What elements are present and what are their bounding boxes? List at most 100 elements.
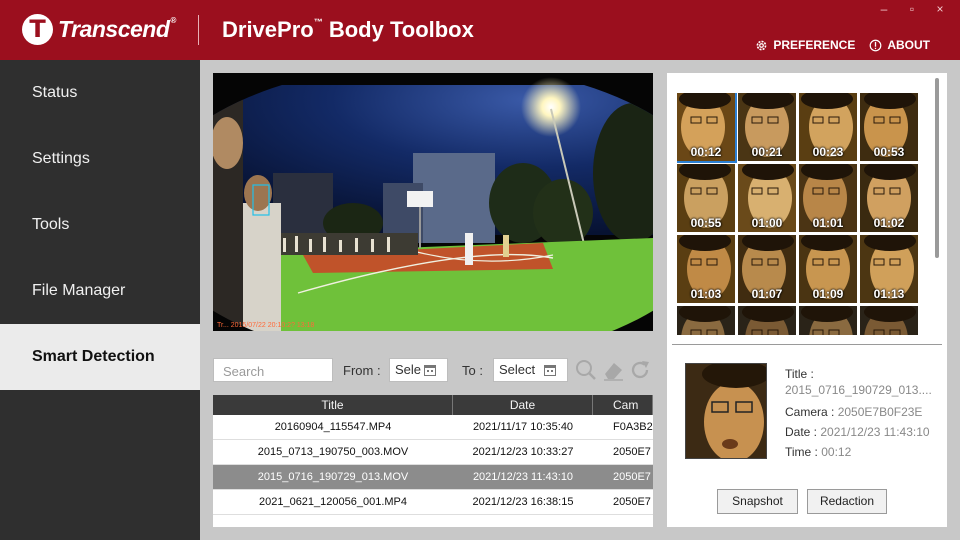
app-title: DrivePro™ Body Toolbox — [222, 17, 474, 42]
redaction-button[interactable]: Redaction — [807, 489, 887, 514]
cell-camera: 2050E7 — [613, 471, 651, 483]
about-link[interactable]: ABOUT — [869, 38, 930, 52]
thumbnail-timestamp: 00:12 — [690, 145, 722, 159]
sidebar-item-file-manager[interactable]: File Manager — [0, 258, 200, 324]
preference-link[interactable]: PREFERENCE — [755, 38, 855, 52]
thumbnail-scrollbar[interactable] — [935, 78, 939, 258]
info-icon — [869, 39, 882, 51]
maximize-button[interactable]: ▫ — [904, 2, 920, 16]
thumbnail-timestamp: 00:23 — [812, 145, 844, 159]
cell-title: 2015_0713_190750_003.MOV — [257, 446, 409, 458]
eraser-icon[interactable] — [602, 359, 624, 381]
video-panel: Tr... 2015/07/22 20:10:2? 13:18 Search F… — [213, 73, 653, 527]
video-watermark: Tr... 2015/07/22 20:10:2? 13:18 — [217, 322, 315, 329]
about-label: ABOUT — [887, 38, 930, 52]
face-thumbnail[interactable] — [799, 306, 857, 335]
transcend-logo-icon: T — [22, 14, 53, 45]
column-header-camera[interactable]: Cam — [593, 395, 653, 415]
minimize-button[interactable]: ‒ — [876, 2, 892, 16]
camera-label: Camera : — [785, 405, 835, 419]
date-label: Date : — [785, 425, 818, 439]
date-value: 2021/12/23 11:43:10 — [820, 425, 930, 439]
filter-bar: Search From : Sele To : Select — [213, 358, 653, 382]
header-divider — [198, 15, 199, 45]
thumbnail-timestamp: 01:02 — [873, 216, 905, 230]
table-row[interactable]: 2021_0621_120056_001.MP4 2021/12/23 16:3… — [213, 490, 653, 515]
thumbnail-timestamp: 00:55 — [690, 216, 722, 230]
sidebar-item-status[interactable]: Status — [0, 60, 200, 126]
face-image — [860, 306, 918, 335]
brand-name: Transcend® — [58, 16, 176, 42]
camera-value: 2050E7B0F23E — [837, 405, 923, 419]
transcend-logo: T Transcend® — [22, 14, 176, 45]
column-header-title[interactable]: Title — [213, 395, 453, 415]
face-thumbnail[interactable]: 01:01 — [799, 164, 857, 232]
face-thumbnail[interactable]: 01:07 — [738, 235, 796, 303]
thumbnail-timestamp: 01:09 — [812, 287, 844, 301]
face-thumbnail[interactable]: 00:55 — [677, 164, 735, 232]
thumbnail-timestamp: 01:01 — [812, 216, 844, 230]
to-date-picker[interactable]: Select — [493, 358, 568, 382]
cell-camera: F0A3B2 — [613, 421, 653, 433]
face-thumbnail[interactable] — [738, 306, 796, 335]
cell-camera: 2050E7 — [613, 496, 651, 508]
face-thumbnail[interactable]: 00:53 — [860, 93, 918, 161]
from-date-picker[interactable]: Sele — [389, 358, 448, 382]
cell-title: 2015_0716_190729_013.MOV — [257, 471, 409, 483]
face-thumbnail[interactable]: 00:21 — [738, 93, 796, 161]
panel-divider — [672, 344, 942, 345]
face-image — [799, 306, 857, 335]
close-button[interactable]: × — [932, 2, 948, 16]
face-thumbnail[interactable]: 01:00 — [738, 164, 796, 232]
cell-title: 2021_0621_120056_001.MP4 — [258, 496, 408, 508]
calendar-icon — [544, 365, 556, 376]
face-thumbnail[interactable]: 01:13 — [860, 235, 918, 303]
cell-date: 2021/12/23 11:43:10 — [472, 471, 574, 483]
cell-date: 2021/12/23 16:38:15 — [472, 496, 574, 508]
search-input[interactable]: Search — [213, 358, 333, 382]
table-row[interactable]: 2015_0713_190750_003.MOV 2021/12/23 10:3… — [213, 440, 653, 465]
time-value: 00:12 — [821, 445, 852, 459]
face-image — [686, 364, 766, 458]
face-details: Title : 2015_0716_190729_013.... Camera … — [785, 364, 945, 462]
video-frame: Tr... 2015/07/22 20:10:2? 13:18 — [213, 73, 653, 331]
from-date-value: Sele — [395, 362, 422, 377]
table-header: Title Date Cam — [213, 395, 653, 415]
title-label: Title : — [785, 367, 814, 381]
face-thumbnail[interactable] — [677, 306, 735, 335]
face-thumbnail[interactable]: 01:03 — [677, 235, 735, 303]
face-thumbnail[interactable]: 01:02 — [860, 164, 918, 232]
face-thumbnail[interactable]: 00:23 — [799, 93, 857, 161]
sidebar-item-settings[interactable]: Settings — [0, 126, 200, 192]
sidebar-item-tools[interactable]: Tools — [0, 192, 200, 258]
calendar-icon — [424, 365, 436, 376]
snapshot-button[interactable]: Snapshot — [717, 489, 798, 514]
face-image — [738, 306, 796, 335]
search-icon[interactable] — [575, 359, 597, 381]
column-header-date[interactable]: Date — [453, 395, 593, 415]
table-row-selected[interactable]: 2015_0716_190729_013.MOV 2021/12/23 11:4… — [213, 465, 653, 490]
thumbnail-timestamp: 01:03 — [690, 287, 722, 301]
to-label: To : — [462, 363, 483, 378]
thumbnail-timestamp: 01:07 — [751, 287, 783, 301]
to-date-value: Select — [499, 362, 536, 377]
cell-camera: 2050E7 — [613, 446, 651, 458]
gear-icon — [756, 40, 767, 50]
face-thumbnail[interactable]: 01:09 — [799, 235, 857, 303]
refresh-icon[interactable] — [629, 359, 651, 381]
thumbnail-timestamp: 00:53 — [873, 145, 905, 159]
cell-date: 2021/12/23 10:33:27 — [472, 446, 574, 458]
video-list-table: Title Date Cam 20160904_115547.MP4 2021/… — [213, 395, 653, 527]
thumbnail-timestamp: 01:13 — [873, 287, 905, 301]
video-player[interactable]: Tr... 2015/07/22 20:10:2? 13:18 — [213, 73, 653, 331]
face-thumbnail-grid: 00:12 00:21 00:23 00:53 00:55 01:00 01:01 01:02… — [677, 93, 921, 335]
thumbnail-timestamp: 01:00 — [751, 216, 783, 230]
time-label: Time : — [785, 445, 818, 459]
sidebar-item-smart-detection[interactable]: Smart Detection — [0, 324, 200, 390]
face-thumbnail[interactable] — [860, 306, 918, 335]
selected-face-preview — [685, 363, 767, 459]
face-thumbnail-selected[interactable]: 00:12 — [677, 93, 737, 163]
title-bar: T Transcend® DrivePro™ Body Toolbox ‒ ▫ … — [0, 0, 960, 60]
thumbnail-timestamp: 00:21 — [751, 145, 783, 159]
table-row[interactable]: 20160904_115547.MP4 2021/11/17 10:35:40 … — [213, 415, 653, 440]
